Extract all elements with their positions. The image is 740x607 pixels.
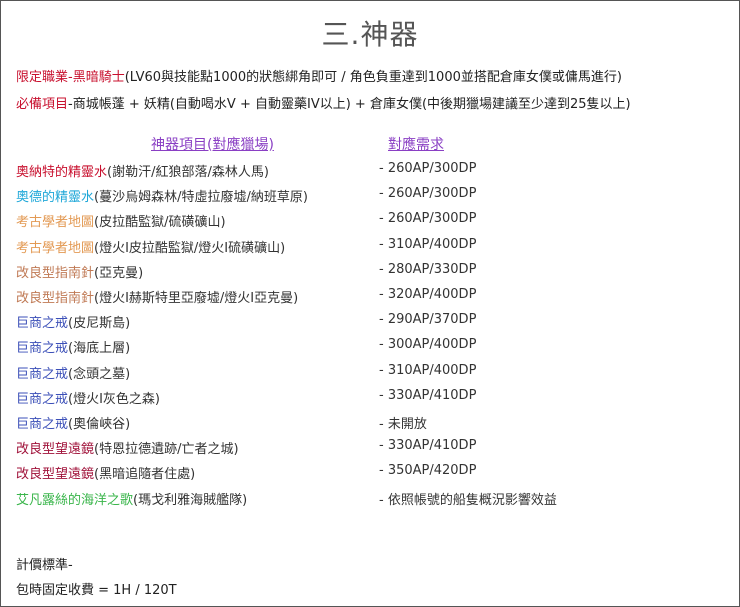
artifact-name: 奧納特的精靈水: [16, 165, 108, 180]
limit-label: 限定職業: [16, 70, 69, 85]
requirement-value: - 300AP/400DP: [379, 337, 477, 353]
artifact-entry: 奧納特的精靈水(謝勒汗/紅狼部落/森林人馬): [16, 161, 269, 180]
artifact-entry: 改良型指南針(亞克曼): [16, 262, 143, 281]
hunting-ground: (皮拉酷監獄/硫磺礦山): [94, 215, 226, 231]
requirement-value: - 350AP/420DP: [379, 463, 477, 479]
requirement-value: - 未開放: [379, 417, 427, 432]
artifact-name: 改良型望遠鏡: [16, 467, 95, 483]
table-row: 改良型指南針(亞克曼) - 280AP/330DP: [16, 262, 716, 282]
hunting-ground: (奧倫峽谷): [68, 417, 131, 432]
artifact-name: 改良型望遠鏡: [16, 442, 95, 458]
requirement-value: - 260AP/300DP: [379, 161, 477, 176]
artifact-entry: 考古學者地圖(燈火I皮拉酷監獄/燈火I硫磺礦山): [16, 237, 285, 256]
artifact-name: 考古學者地圖: [16, 240, 95, 256]
table-row: 改良型望遠鏡(黑暗追隨者住處) - 350AP/420DP: [16, 463, 716, 483]
artifact-name: 巨商之戒: [16, 366, 69, 382]
hunting-ground: (燈火I皮拉酷監獄/燈火I硫磺礦山): [94, 240, 286, 256]
table-row: 巨商之戒(念頭之墓) - 310AP/400DP: [16, 363, 716, 383]
artifact-entry: 巨商之戒(皮尼斯島): [16, 312, 130, 331]
hunting-ground: (特恩拉德遺跡/亡者之城): [94, 442, 239, 458]
requirement-value: - 310AP/400DP: [379, 236, 477, 252]
column-header-requirement: 對應需求: [388, 137, 444, 153]
required-label: 必備項目: [16, 97, 69, 112]
requirement-value: - 280AP/330DP: [379, 261, 477, 277]
artifact-entry: 巨商之戒(燈火I灰色之森): [16, 388, 160, 407]
requirement-value: - 290AP/370DP: [379, 312, 477, 328]
limit-line: 限定職業-黑暗騎士(LV60與技能點1000的狀態綁角即可 / 角色負重達到10…: [16, 66, 622, 85]
artifact-name: 巨商之戒: [16, 391, 69, 407]
artifact-name: 巨商之戒: [16, 316, 69, 332]
table-row: 奧德的精靈水(蔓沙烏姆森林/特虛拉廢墟/納班草原) - 260AP/300DP: [16, 186, 716, 206]
pricing-label: 計價標準-: [16, 558, 73, 573]
artifact-name: 巨商之戒: [16, 341, 69, 357]
artifact-name: 奧德的精靈水: [16, 190, 95, 206]
artifact-name: 考古學者地圖: [16, 215, 95, 231]
limit-text: (LV60與技能點1000的狀態綁角即可 / 角色負重達到1000並搭配倉庫女僕…: [124, 70, 622, 85]
page-title: 三.神器: [321, 18, 419, 51]
hunting-ground: (念頭之墓): [68, 366, 131, 382]
artifact-entry: 改良型望遠鏡(特恩拉德遺跡/亡者之城): [16, 438, 239, 457]
hunting-ground: (燈火I赫斯特里亞廢墟/燈火I亞克曼): [94, 291, 299, 306]
hunting-ground: (海底上層): [68, 341, 131, 357]
limit-class: 黑暗騎士: [72, 70, 125, 85]
table-row: 考古學者地圖(燈火I皮拉酷監獄/燈火I硫磺礦山) - 310AP/400DP: [16, 237, 716, 257]
artifact-entry: 巨商之戒(奧倫峽谷): [16, 413, 130, 432]
hunting-ground: (皮尼斯島): [68, 316, 131, 332]
document-frame: 三.神器 限定職業-黑暗騎士(LV60與技能點1000的狀態綁角即可 / 角色負…: [0, 0, 740, 607]
requirement-value: - 260AP/300DP: [379, 186, 477, 202]
table-row: 改良型指南針(燈火I赫斯特里亞廢墟/燈火I亞克曼) - 320AP/400DP: [16, 287, 716, 307]
artifact-name: 改良型指南針: [16, 265, 95, 281]
hunting-ground: (亞克曼): [94, 265, 144, 281]
table-row: 巨商之戒(皮尼斯島) - 290AP/370DP: [16, 312, 716, 332]
artifact-name: 巨商之戒: [16, 417, 69, 432]
artifact-entry: 考古學者地圖(皮拉酷監獄/硫磺礦山): [16, 211, 226, 230]
table-row: 奧納特的精靈水(謝勒汗/紅狼部落/森林人馬) - 260AP/300DP: [16, 161, 716, 181]
required-line: 必備項目-商城帳蓬 + 妖精(自動喝水V + 自動靈藥IV以上) + 倉庫女僕(…: [16, 93, 631, 112]
artifact-entry: 奧德的精靈水(蔓沙烏姆森林/特虛拉廢墟/納班草原): [16, 186, 308, 205]
artifact-entry: 改良型望遠鏡(黑暗追隨者住處): [16, 463, 195, 482]
pricing-text: 包時固定收費 = 1H / 120T: [16, 583, 177, 598]
required-text: -商城帳蓬 + 妖精(自動喝水V + 自動靈藥IV以上) + 倉庫女僕(中後期獵…: [68, 97, 631, 112]
requirement-value: - 260AP/300DP: [379, 211, 477, 227]
hunting-ground: (蔓沙烏姆森林/特虛拉廢墟/納班草原): [94, 190, 308, 206]
hunting-ground: (燈火I灰色之森): [68, 391, 160, 407]
requirement-value: - 330AP/410DP: [379, 438, 477, 454]
requirement-value: - 310AP/400DP: [379, 362, 477, 378]
hunting-ground: (瑪戈利雅海賊艦隊): [133, 492, 248, 508]
artifact-entry: 巨商之戒(海底上層): [16, 337, 130, 356]
table-row: 巨商之戒(奧倫峽谷) - 未開放: [16, 413, 716, 433]
requirement-value: - 依照帳號的船隻概況影響效益: [379, 492, 557, 508]
table-row: 考古學者地圖(皮拉酷監獄/硫磺礦山) - 260AP/300DP: [16, 211, 716, 231]
artifact-entry: 巨商之戒(念頭之墓): [16, 363, 130, 382]
hunting-ground: (黑暗追隨者住處): [94, 467, 196, 483]
artifact-name: 艾凡露絲的海洋之歌: [16, 492, 134, 508]
column-header-item: 神器項目(對應獵場): [151, 137, 274, 153]
artifact-name: 改良型指南針: [16, 291, 95, 306]
artifact-entry: 改良型指南針(燈火I赫斯特里亞廢墟/燈火I亞克曼): [16, 287, 298, 306]
requirement-value: - 320AP/400DP: [379, 287, 477, 302]
table-row: 巨商之戒(燈火I灰色之森) - 330AP/410DP: [16, 388, 716, 408]
requirement-value: - 330AP/410DP: [379, 387, 477, 403]
artifact-entry: 艾凡露絲的海洋之歌(瑪戈利雅海賊艦隊): [16, 489, 247, 508]
hunting-ground: (謝勒汗/紅狼部落/森林人馬): [107, 165, 269, 180]
table-row: 改良型望遠鏡(特恩拉德遺跡/亡者之城) - 330AP/410DP: [16, 438, 716, 458]
table-row: 艾凡露絲的海洋之歌(瑪戈利雅海賊艦隊) - 依照帳號的船隻概況影響效益: [16, 489, 716, 509]
table-row: 巨商之戒(海底上層) - 300AP/400DP: [16, 337, 716, 357]
